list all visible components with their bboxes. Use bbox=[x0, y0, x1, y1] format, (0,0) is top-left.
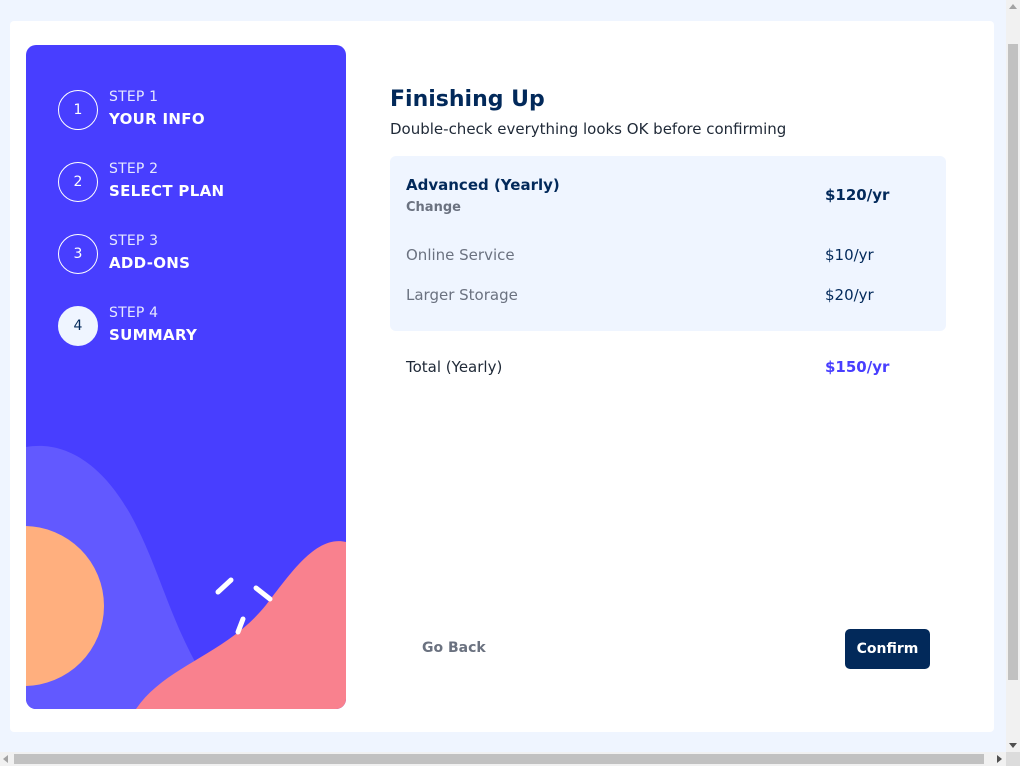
page-subtitle: Double-check everything looks OK before … bbox=[390, 120, 787, 138]
scroll-down-arrow-icon[interactable] bbox=[1009, 743, 1017, 748]
total-price: $150/yr bbox=[825, 358, 890, 376]
sidebar-decoration bbox=[26, 445, 346, 709]
step-4: 4 STEP 4 SUMMARY bbox=[58, 305, 197, 346]
step-4-label: STEP 4 bbox=[109, 305, 159, 321]
step-1-label: STEP 1 bbox=[109, 89, 159, 105]
vertical-scroll-thumb[interactable] bbox=[1008, 44, 1018, 680]
step-4-title: SUMMARY bbox=[109, 326, 198, 344]
addon-price: $20/yr bbox=[825, 286, 874, 304]
scroll-up-arrow-icon[interactable] bbox=[1009, 4, 1017, 9]
step-3: 3 STEP 3 ADD-ONS bbox=[58, 233, 190, 274]
step-2-title: SELECT PLAN bbox=[109, 182, 225, 200]
addon-price: $10/yr bbox=[825, 246, 874, 264]
scroll-left-arrow-icon[interactable] bbox=[3, 755, 8, 763]
go-back-button[interactable]: Go Back bbox=[422, 640, 486, 656]
step-2-number: 2 bbox=[58, 161, 98, 202]
scrollbar-corner bbox=[1006, 752, 1020, 766]
step-1-title: YOUR INFO bbox=[109, 110, 205, 128]
step-3-number: 3 bbox=[58, 233, 98, 274]
plan-name: Advanced (Yearly) bbox=[406, 176, 560, 194]
horizontal-scroll-thumb[interactable] bbox=[14, 754, 984, 764]
scroll-right-arrow-icon[interactable] bbox=[997, 755, 1002, 763]
change-plan-link[interactable]: Change bbox=[406, 200, 461, 215]
order-summary: Advanced (Yearly) Change $120/yr Online … bbox=[390, 156, 946, 331]
plan-price: $120/yr bbox=[825, 186, 890, 204]
step-1-number: 1 bbox=[58, 89, 98, 130]
vertical-scrollbar[interactable] bbox=[1006, 0, 1020, 752]
horizontal-scrollbar[interactable] bbox=[0, 752, 1006, 766]
addon-name: Online Service bbox=[406, 246, 515, 264]
step-3-title: ADD-ONS bbox=[109, 254, 191, 272]
total-label: Total (Yearly) bbox=[406, 358, 503, 376]
page-title: Finishing Up bbox=[390, 87, 545, 112]
step-1: 1 STEP 1 YOUR INFO bbox=[58, 89, 205, 130]
step-2: 2 STEP 2 SELECT PLAN bbox=[58, 161, 224, 202]
confirm-button[interactable]: Confirm bbox=[845, 629, 930, 669]
step-3-label: STEP 3 bbox=[109, 233, 159, 249]
step-2-label: STEP 2 bbox=[109, 161, 159, 177]
step-4-number: 4 bbox=[58, 305, 98, 346]
summary-panel: Finishing Up Double-check everything loo… bbox=[390, 0, 946, 766]
sidebar: 1 STEP 1 YOUR INFO 2 STEP 2 SELECT PLAN … bbox=[26, 45, 346, 709]
addon-name: Larger Storage bbox=[406, 286, 518, 304]
